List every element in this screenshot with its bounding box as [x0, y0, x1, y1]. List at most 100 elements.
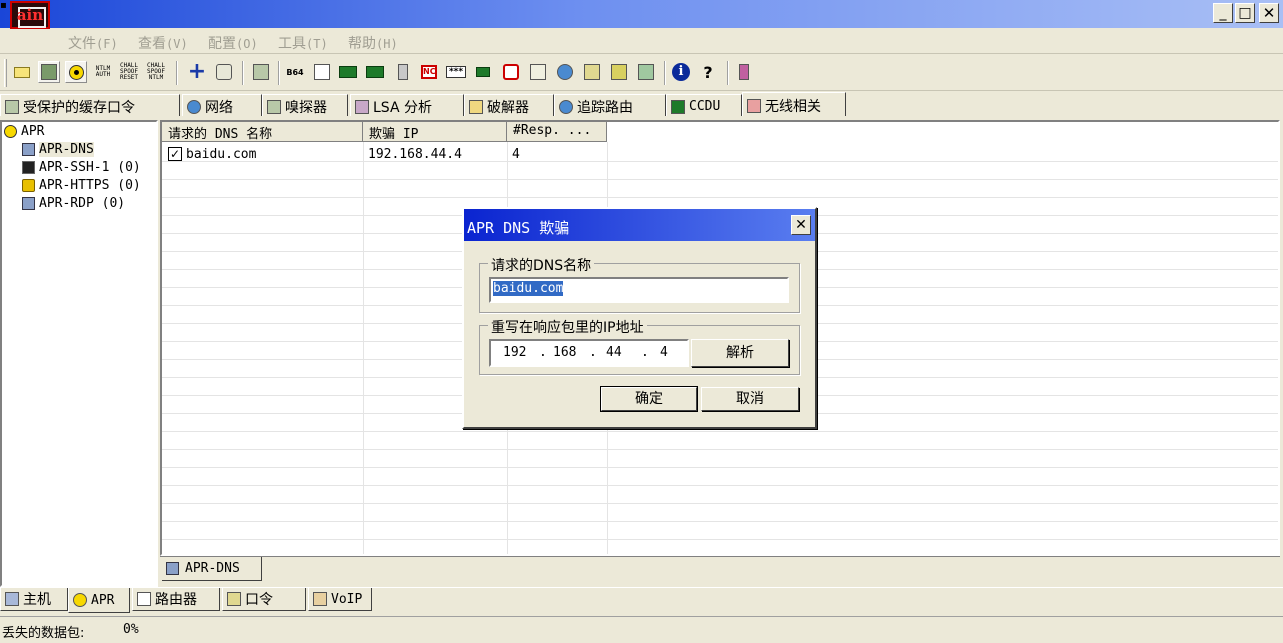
resolve-button[interactable]: 解析	[691, 339, 789, 367]
router-arrows-icon	[137, 592, 151, 606]
cracker-icon	[469, 99, 483, 114]
menu-view[interactable]: 查看(V)	[138, 33, 188, 53]
lm-board-icon[interactable]	[337, 61, 359, 83]
ip-octet-2[interactable]: 168	[553, 345, 576, 360]
open-folder-icon[interactable]	[11, 61, 33, 83]
add-plus-icon[interactable]: +	[186, 61, 208, 83]
toolbar-separator	[664, 61, 666, 85]
tab-router[interactable]: 路由器	[132, 588, 220, 611]
ip-octet-3[interactable]: 44	[606, 345, 622, 360]
minimize-button[interactable]: _	[1213, 3, 1233, 23]
ip-address-group: 重写在响应包里的IP地址 192 . 168 . 44 . 4 解析	[479, 317, 800, 375]
ip-dot: .	[641, 345, 649, 360]
tab-apr[interactable]: APR	[68, 588, 130, 613]
menu-file-key: (F)	[96, 37, 118, 51]
key-cert-icon[interactable]	[608, 61, 630, 83]
base64-text: B64	[286, 67, 304, 77]
lost-packets-value: 0%	[123, 622, 139, 637]
tab-traceroute[interactable]: 追踪路由	[554, 94, 666, 116]
tab-password[interactable]: 口令	[222, 588, 306, 611]
tab-ccdu[interactable]: CCDU	[666, 94, 742, 116]
tree-item-apr-ssh[interactable]: APR-SSH-1 (0)	[22, 160, 141, 175]
password-asterisk-icon[interactable]: ***	[445, 61, 467, 83]
tree-item-label: APR-RDP (0)	[39, 196, 126, 211]
subtab-apr-dns[interactable]: APR-DNS	[162, 557, 262, 581]
network-globe-icon[interactable]	[554, 61, 576, 83]
wireless-signal-icon[interactable]	[635, 61, 657, 83]
dns-network-icon	[166, 562, 179, 575]
tab-host-label: 主机	[23, 592, 51, 608]
ip-address-input[interactable]: 192 . 168 . 44 . 4	[489, 339, 689, 367]
chall-spoof-ntlm-icon[interactable]: CHALL SPOOF NTLM	[145, 61, 167, 83]
cancel-button[interactable]: 取消	[701, 387, 799, 411]
grid-line	[162, 522, 1278, 540]
table-row[interactable]	[162, 144, 1278, 162]
grid-line	[162, 432, 1278, 450]
nc-crack-icon[interactable]: NC	[418, 61, 440, 83]
close-button[interactable]: ✕	[1259, 3, 1279, 23]
traceroute-icon	[559, 99, 573, 114]
sniffer-start-icon[interactable]	[38, 61, 60, 83]
hash-calculator-icon[interactable]	[311, 61, 333, 83]
lock-icon	[22, 179, 35, 192]
tab-apr-label: APR	[91, 592, 115, 608]
dialog-close-button[interactable]: ✕	[791, 215, 811, 235]
ntlm-auth-icon[interactable]: NTLM AUTH	[92, 61, 114, 83]
apr-subtab-strip: APR-DNS	[160, 556, 1280, 582]
route-icon[interactable]	[250, 61, 272, 83]
menu-tools-label: 工具	[278, 36, 306, 52]
menu-tools[interactable]: 工具(T)	[278, 33, 328, 53]
toolbar: NTLM AUTH CHALL SPOOF RESET CHALL SPOOF …	[0, 55, 1283, 91]
dns-name-input[interactable]: baidu.com	[489, 277, 789, 303]
info-icon[interactable]: i	[670, 61, 692, 83]
wireless-key-icon[interactable]	[392, 61, 414, 83]
grid-line	[162, 504, 1278, 522]
menu-file[interactable]: 文件(F)	[68, 33, 118, 53]
ip-octet-1[interactable]: 192	[503, 345, 526, 360]
column-header-spoof-ip[interactable]: 欺骗 IP	[363, 122, 507, 142]
apr-start-icon[interactable]	[65, 61, 87, 83]
maximize-button[interactable]: □	[1235, 3, 1255, 23]
ip-octet-4[interactable]: 4	[660, 345, 668, 360]
tree-item-label: APR-DNS	[39, 142, 94, 157]
ok-button[interactable]: 确定	[600, 386, 698, 412]
tab-sniffer[interactable]: 嗅探器	[262, 94, 348, 116]
tab-cached-passwords[interactable]: 受保护的缓存口令	[0, 94, 180, 116]
toolbar-grip[interactable]	[4, 59, 7, 87]
bag-icon[interactable]	[527, 61, 549, 83]
tab-wireless[interactable]: 无线相关	[742, 92, 846, 116]
apr-radiation-icon	[73, 593, 87, 607]
tree-item-apr-rdp[interactable]: APR-RDP (0)	[22, 196, 125, 211]
menu-file-label: 文件	[68, 36, 96, 52]
red-monitor-icon[interactable]	[500, 61, 522, 83]
tree-root-apr[interactable]: APR	[4, 124, 44, 139]
green-display-icon[interactable]	[472, 61, 494, 83]
tab-lsa[interactable]: LSA 分析	[350, 94, 464, 116]
menu-help-key: (H)	[376, 37, 398, 51]
recycle-icon[interactable]	[213, 61, 235, 83]
menu-help[interactable]: 帮助(H)	[348, 33, 398, 53]
tab-host[interactable]: 主机	[0, 588, 68, 611]
row-checkbox[interactable]: ✓	[168, 147, 182, 161]
cell-spoof-ip: 192.168.44.4	[368, 147, 462, 162]
tab-cracker[interactable]: 破解器	[464, 94, 554, 116]
column-header-dns-name[interactable]: 请求的 DNS 名称	[162, 122, 363, 142]
ip-address-group-label: 重写在响应包里的IP地址	[488, 317, 647, 337]
chall-spoof-reset-icon[interactable]: CHALL SPOOF RESET	[118, 61, 140, 83]
menu-config-key: (O)	[236, 37, 258, 51]
exit-person-icon[interactable]	[733, 61, 755, 83]
tree-item-apr-dns[interactable]: APR-DNS	[22, 142, 94, 157]
dns-name-group-label: 请求的DNS名称	[488, 255, 595, 275]
menu-config[interactable]: 配置(O)	[208, 33, 258, 53]
tab-network[interactable]: 网络	[182, 94, 262, 116]
cain-logo-icon[interactable]: ain	[10, 1, 50, 29]
tab-voip[interactable]: VoIP	[308, 588, 372, 611]
md5-board-icon[interactable]	[364, 61, 386, 83]
column-header-responses[interactable]: #Resp. ...	[507, 122, 607, 142]
tree-item-apr-https[interactable]: APR-HTTPS (0)	[22, 178, 141, 193]
stack-icon[interactable]	[581, 61, 603, 83]
help-question-icon[interactable]: ?	[697, 61, 719, 83]
base64-icon[interactable]: B64	[284, 61, 306, 83]
voip-phone-icon	[313, 592, 327, 606]
apr-dns-spoof-dialog: APR DNS 欺骗 ✕ 请求的DNS名称 baidu.com 重写在响应包里的…	[462, 207, 817, 429]
